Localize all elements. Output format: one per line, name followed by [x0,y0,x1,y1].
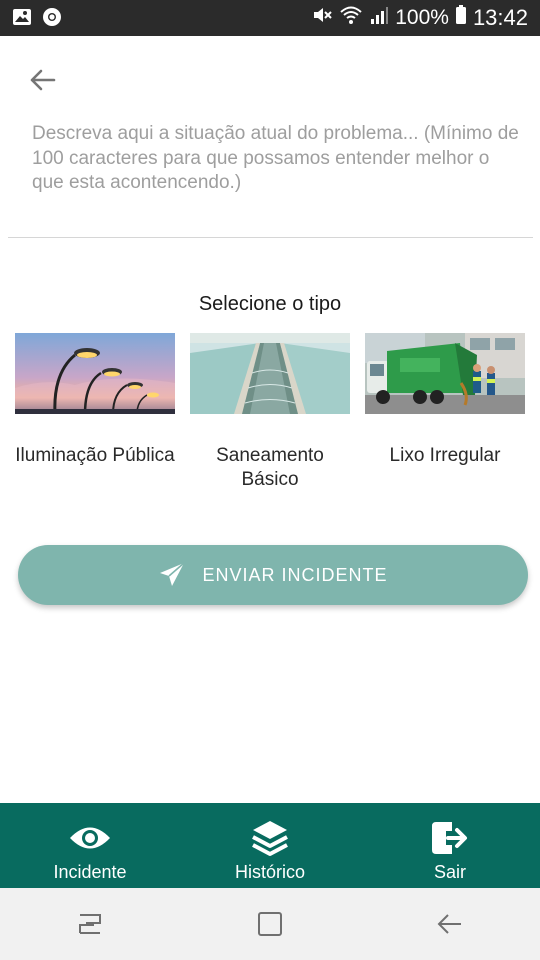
nav-label: Sair [433,862,466,882]
garbage-truck-photo [365,333,525,414]
status-right-icons: 100% 13:42 [311,4,528,32]
recent-apps-icon [79,914,101,934]
system-nav-bar [0,888,540,960]
status-left-icons [12,7,62,32]
type-option-saneamento[interactable]: Saneamento Básico [190,333,350,492]
nav-item-historico[interactable]: Histórico [180,803,360,888]
type-option-lixo[interactable]: Lixo Irregular [365,333,525,468]
wifi-icon [339,4,363,32]
section-title: Selecione o tipo [198,293,342,315]
battery-icon [455,4,467,32]
signal-icon [369,4,389,32]
input-underline [8,237,533,238]
type-option-iluminacao[interactable]: Iluminação Pública [15,333,175,468]
arrow-left-icon [30,69,56,91]
chrome-icon [42,7,62,32]
nav-label: Incidente [53,862,127,882]
battery-percent: 100% [395,6,449,29]
back-button[interactable] [22,60,62,100]
recent-apps-button[interactable] [60,894,120,954]
type-option-label: Lixo Irregular [389,445,501,466]
back-icon [437,914,461,934]
water-treatment-photo [190,333,350,414]
nav-item-sair[interactable]: Sair [360,803,540,888]
bottom-nav: Incidente Histórico Sair [0,803,540,888]
nav-item-incidente[interactable]: Incidente [0,803,180,888]
eye-icon [68,818,112,858]
street-light-photo [15,333,175,414]
submit-label: ENVIAR INCIDENTE [202,564,388,585]
home-button[interactable] [240,894,300,954]
description-input[interactable] [32,122,522,234]
layers-icon [250,818,290,858]
status-bar: 100% 13:42 [0,0,540,36]
type-option-label: Iluminação Pública [15,445,175,466]
system-back-button[interactable] [420,894,480,954]
logout-icon [430,818,470,858]
nav-label: Histórico [234,862,305,882]
type-option-label: Saneamento Básico [216,445,324,490]
mute-icon [311,4,333,32]
submit-incident-button[interactable]: ENVIAR INCIDENTE [18,545,528,605]
image-icon [12,7,32,32]
clock: 13:42 [472,5,528,30]
send-icon [160,562,186,586]
home-icon [258,912,282,936]
